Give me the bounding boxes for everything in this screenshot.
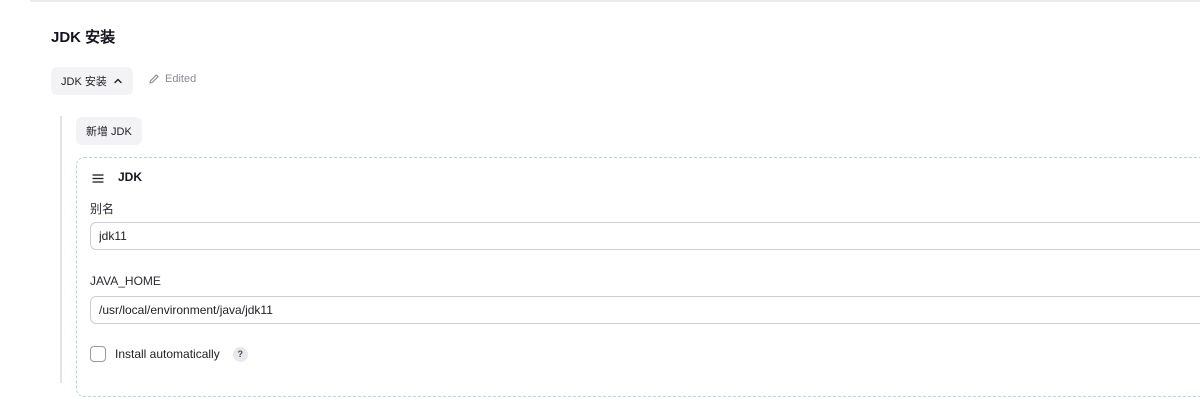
edited-status-text: Edited (165, 73, 197, 85)
install-automatically-label[interactable]: Install automatically (115, 347, 220, 361)
jdk-entry-title: JDK (118, 170, 143, 184)
edited-status: Edited (148, 73, 196, 85)
section-title: JDK 安装 (51, 29, 116, 46)
pencil-icon (148, 73, 160, 85)
drag-handle-icon[interactable] (91, 171, 105, 185)
jdk-install-toggle-button[interactable]: JDK 安装 (51, 67, 133, 95)
install-automatically-checkbox[interactable] (90, 346, 106, 362)
top-divider (30, 0, 1200, 2)
toggle-button-label: JDK 安装 (61, 76, 107, 88)
java-home-label: JAVA_HOME (90, 274, 161, 288)
help-icon[interactable]: ? (232, 346, 248, 362)
add-jdk-button[interactable]: 新增 JDK (76, 117, 142, 145)
alias-label: 别名 (90, 202, 115, 216)
add-jdk-button-label: 新增 JDK (86, 126, 132, 138)
chevron-up-icon (113, 76, 123, 86)
java-home-input[interactable] (90, 296, 1200, 324)
alias-input[interactable] (90, 222, 1200, 250)
indent-guide (60, 116, 62, 383)
install-automatically-row: Install automatically ? (90, 346, 248, 362)
